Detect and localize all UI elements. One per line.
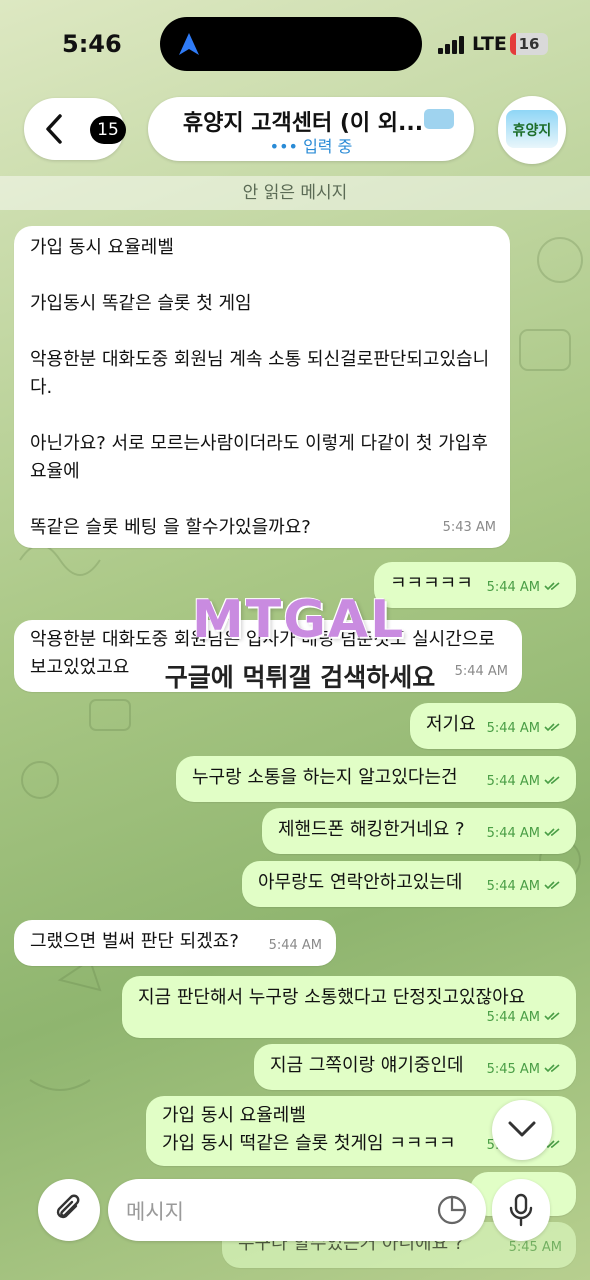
- title-emoji-icon: [424, 109, 454, 129]
- network-label: LTE: [472, 33, 507, 55]
- message-bubble[interactable]: ㅋㅋㅋㅋㅋ 5:44 AM: [374, 562, 576, 608]
- double-check-icon: [544, 1064, 560, 1073]
- double-check-icon: [544, 828, 560, 837]
- message-bubble[interactable]: 누구랑 소통을 하는지 알고있다는건 5:44 AM: [176, 756, 576, 802]
- double-check-icon: [544, 1012, 560, 1021]
- message-bubble[interactable]: 그랬으면 벌써 판단 되겠죠? 5:44 AM: [14, 920, 336, 966]
- message-text: 가입 동시 요율레벨 가입동시 똑같은 슬롯 첫 게임 악용한분 대화도중 회원…: [30, 237, 490, 538]
- typing-dots: •••: [269, 137, 298, 156]
- message-bubble[interactable]: 악용한분 대화도중 회원님은 입사가 배팅 넘춘것도 실시간으로 보고있었고요 …: [14, 620, 522, 692]
- double-check-icon: [544, 582, 560, 591]
- double-check-icon: [544, 723, 560, 732]
- message-time: 5:43 AM: [442, 520, 496, 535]
- status-bar: 5:46 LTE 16: [0, 0, 590, 88]
- paperclip-icon: [56, 1194, 80, 1219]
- chat-title-button[interactable]: 휴양지 고객센터 (이 외... ••• 입력 중: [148, 97, 474, 161]
- sticker-icon[interactable]: [436, 1194, 468, 1226]
- back-button[interactable]: 15: [24, 98, 126, 160]
- message-input[interactable]: 메시지: [108, 1179, 486, 1241]
- location-arrow-icon: [179, 33, 199, 55]
- message-bubble[interactable]: 지금 그쪽이랑 얘기중인데 5:45 AM: [254, 1044, 576, 1090]
- message-bubble[interactable]: 제핸드폰 해킹한거네요 ? 5:44 AM: [262, 808, 576, 854]
- message-time: 5:45 AM: [508, 1240, 562, 1255]
- microphone-button[interactable]: [492, 1179, 550, 1241]
- message-time: 5:44 AM: [486, 879, 540, 894]
- message-text: 악용한분 대화도중 회원님은 입사가 배팅 넘춘것도 실시간으로 보고있었고요: [30, 629, 501, 678]
- message-bubble[interactable]: 저기요 5:44 AM: [410, 703, 576, 749]
- avatar-logo-text: 휴양지: [512, 123, 552, 139]
- typing-status-label: 입력 중: [303, 137, 353, 156]
- message-time: 5:44 AM: [486, 580, 540, 595]
- message-time: 5:45 AM: [486, 1062, 540, 1077]
- message-time: 5:44 AM: [454, 664, 508, 679]
- battery-indicator: 16: [510, 33, 548, 55]
- unread-count-badge: 15: [90, 116, 126, 144]
- double-check-icon: [544, 776, 560, 785]
- message-time: 5:44 AM: [486, 1010, 540, 1025]
- chat-avatar[interactable]: 휴양지: [498, 96, 566, 164]
- unread-messages-divider: 안 읽은 메시지: [0, 176, 590, 210]
- message-bubble[interactable]: 지금 판단해서 누구랑 소통했다고 단정짓고있잖아요 5:44 AM: [122, 976, 576, 1038]
- message-bubble[interactable]: 가입 동시 요율레벨 가입동시 똑같은 슬롯 첫 게임 악용한분 대화도중 회원…: [14, 226, 510, 548]
- microphone-icon: [509, 1193, 533, 1227]
- message-time: 5:44 AM: [486, 721, 540, 736]
- message-bubble[interactable]: 아무랑도 연락안하고있는데 5:44 AM: [242, 861, 576, 907]
- message-time: 5:44 AM: [486, 774, 540, 789]
- attach-button[interactable]: [38, 1179, 100, 1241]
- status-time: 5:46: [62, 30, 122, 58]
- chevron-down-icon: [508, 1121, 536, 1137]
- battery-label: 16: [518, 35, 540, 53]
- scroll-down-button[interactable]: [492, 1100, 552, 1160]
- dynamic-island: [160, 17, 422, 71]
- signal-icon: [438, 36, 464, 54]
- typing-status: ••• 입력 중: [148, 133, 474, 157]
- message-time: 5:44 AM: [486, 826, 540, 841]
- message-input-placeholder: 메시지: [126, 1200, 184, 1224]
- chevron-left-icon: [46, 114, 62, 144]
- message-time: 5:44 AM: [268, 938, 322, 953]
- avatar-logo: 휴양지: [506, 110, 558, 148]
- double-check-icon: [544, 881, 560, 890]
